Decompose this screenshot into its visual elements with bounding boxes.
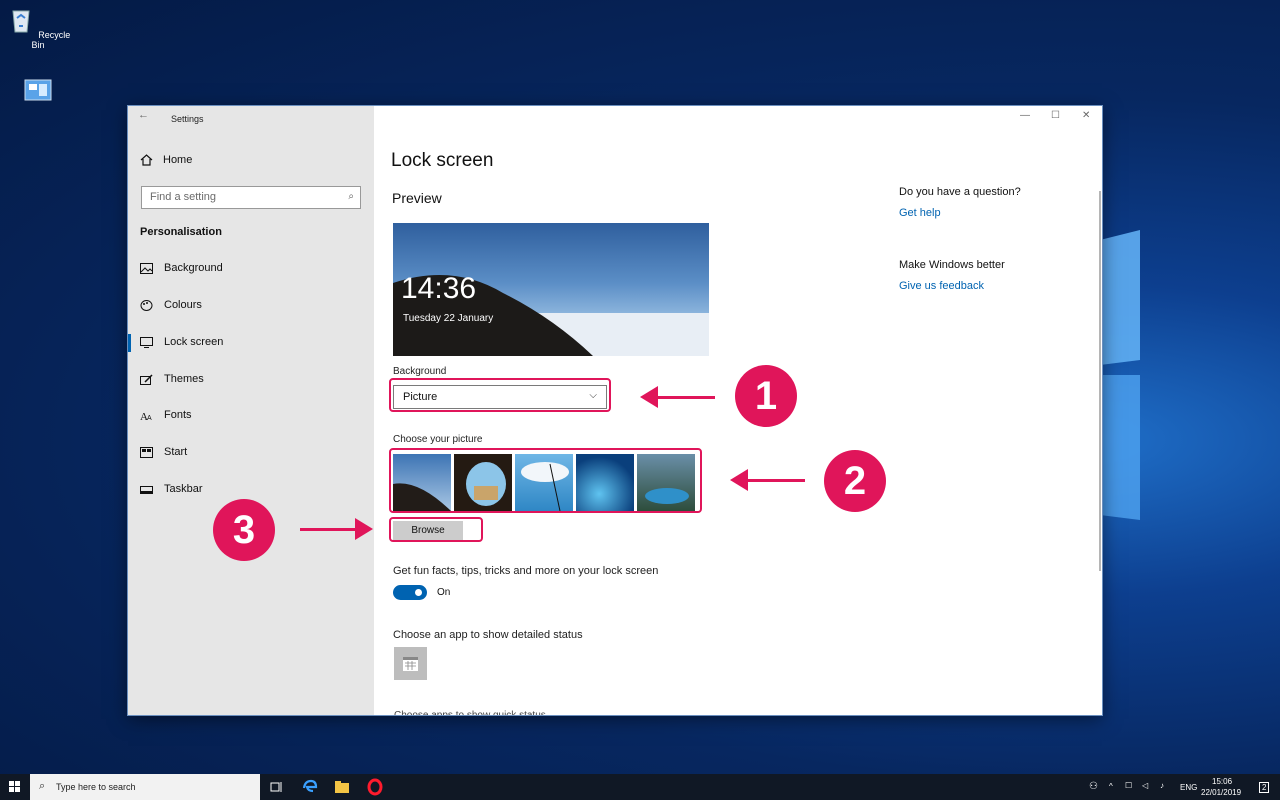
sidebar-home[interactable]: Home	[140, 154, 192, 166]
cut-off-label: Choose apps to show quick status	[394, 710, 564, 715]
sidebar-home-label: Home	[163, 154, 193, 166]
brush-icon	[140, 373, 153, 385]
sidebar-item-background[interactable]: Background	[140, 262, 223, 274]
choose-picture-label: Choose your picture	[393, 434, 483, 445]
start-icon	[140, 446, 153, 458]
toggle-state-label: On	[437, 587, 451, 598]
clock-time[interactable]: 15:06	[1212, 777, 1232, 786]
search-placeholder: Find a setting	[150, 191, 217, 203]
get-help-link[interactable]: Get help	[899, 207, 941, 219]
highlight-picture-thumbnails	[389, 448, 702, 513]
task-view-icon[interactable]	[268, 778, 286, 796]
highlight-background-dropdown	[389, 378, 611, 412]
language-indicator[interactable]: ENG	[1180, 783, 1197, 792]
detailed-status-label: Choose an app to show detailed status	[393, 629, 583, 641]
control-panel-desktop-icon[interactable]	[0, 76, 76, 112]
window-title: Settings	[171, 114, 204, 124]
arrow-three	[300, 528, 358, 531]
sidebar-item-colours[interactable]: Colours	[140, 299, 202, 311]
page-title: Lock screen	[391, 150, 494, 171]
highlight-browse-button	[389, 517, 483, 542]
arrowhead-left-icon	[730, 469, 748, 491]
windows-logo-wallpaper	[1100, 230, 1140, 520]
preview-heading: Preview	[392, 190, 442, 206]
sidebar-item-label: Colours	[164, 299, 202, 311]
speaker-icon[interactable]: ♪	[1160, 781, 1164, 790]
back-arrow-icon[interactable]: ←	[138, 109, 149, 121]
sidebar-item-start[interactable]: Start	[140, 446, 187, 458]
font-icon: AA	[140, 411, 152, 421]
volume-icon[interactable]: ◁	[1142, 781, 1148, 790]
calendar-icon	[403, 657, 418, 671]
fun-facts-toggle[interactable]	[393, 585, 427, 600]
network-icon[interactable]: ☐	[1125, 781, 1132, 790]
callout-three: 3	[213, 499, 275, 561]
callout-two: 2	[824, 450, 886, 512]
sidebar-item-themes[interactable]: Themes	[140, 373, 204, 385]
background-label: Background	[393, 366, 447, 377]
sidebar-item-label: Start	[164, 446, 188, 458]
people-icon[interactable]: ⚇	[1089, 781, 1098, 792]
taskbar-search-input[interactable]: ⌕ Type here to search	[30, 774, 260, 800]
arrowhead-left-icon	[640, 386, 658, 408]
settings-window: ← Settings Home Find a setting ⌕ Persona…	[128, 106, 1102, 715]
clock-date[interactable]: 22/01/2019	[1201, 788, 1241, 797]
home-icon	[140, 154, 153, 166]
recycle-bin-desktop-icon[interactable]: Recycle Bin	[0, 4, 76, 50]
taskbar-search-placeholder: Type here to search	[56, 782, 136, 792]
picture-icon	[140, 262, 153, 274]
recycle-bin-icon	[12, 10, 30, 33]
callout-one: 1	[735, 365, 797, 427]
sidebar-item-lock-screen[interactable]: Lock screen	[140, 336, 223, 348]
sidebar-item-label: Themes	[164, 373, 204, 385]
sidebar-section-title: Personalisation	[140, 226, 222, 238]
fun-facts-label: Get fun facts, tips, tricks and more on …	[393, 565, 659, 577]
arrow-two	[745, 479, 805, 482]
selected-indicator	[128, 334, 131, 352]
recycle-bin-label: Recycle Bin	[31, 30, 71, 50]
taskbar-icon	[140, 485, 153, 494]
preview-date: Tuesday 22 January	[403, 313, 494, 324]
make-windows-better: Make Windows better	[899, 259, 1005, 271]
taskbar: ⌕ Type here to search ⚇ ^ ☐ ◁ ♪ ENG 15:0…	[0, 774, 1280, 800]
svg-text:A: A	[147, 415, 152, 421]
lock-screen-preview: 14:36 Tuesday 22 January	[393, 223, 709, 356]
search-icon: ⌕	[39, 780, 46, 792]
sidebar-item-label: Taskbar	[164, 483, 203, 495]
toggle-knob	[415, 589, 422, 596]
detailed-status-app-button[interactable]	[394, 647, 427, 680]
notification-center-icon[interactable]: 2	[1259, 782, 1270, 793]
opera-browser-icon[interactable]	[366, 778, 384, 796]
settings-sidebar: ← Settings Home Find a setting ⌕ Persona…	[128, 106, 374, 715]
give-feedback-link[interactable]: Give us feedback	[899, 280, 984, 292]
sidebar-item-fonts[interactable]: AA Fonts	[140, 409, 192, 421]
windows-start-icon[interactable]	[0, 774, 30, 800]
sidebar-item-label: Lock screen	[164, 336, 224, 348]
preview-time: 14:36	[401, 272, 477, 305]
help-question: Do you have a question?	[899, 186, 1021, 198]
arrow-one	[655, 396, 715, 399]
edge-browser-icon[interactable]	[301, 778, 319, 796]
search-icon: ⌕	[348, 191, 354, 202]
file-explorer-icon[interactable]	[333, 778, 351, 796]
sidebar-item-label: Fonts	[164, 409, 192, 421]
chevron-up-icon[interactable]: ^	[1109, 782, 1113, 791]
settings-search-input[interactable]: Find a setting ⌕	[141, 186, 361, 209]
control-panel-icon	[24, 79, 52, 101]
sidebar-item-label: Background	[164, 262, 223, 274]
sidebar-item-taskbar[interactable]: Taskbar	[140, 483, 203, 495]
scrollbar[interactable]	[1099, 191, 1101, 571]
monitor-icon	[140, 336, 153, 348]
arrowhead-right-icon	[355, 518, 373, 540]
palette-icon	[140, 299, 153, 311]
